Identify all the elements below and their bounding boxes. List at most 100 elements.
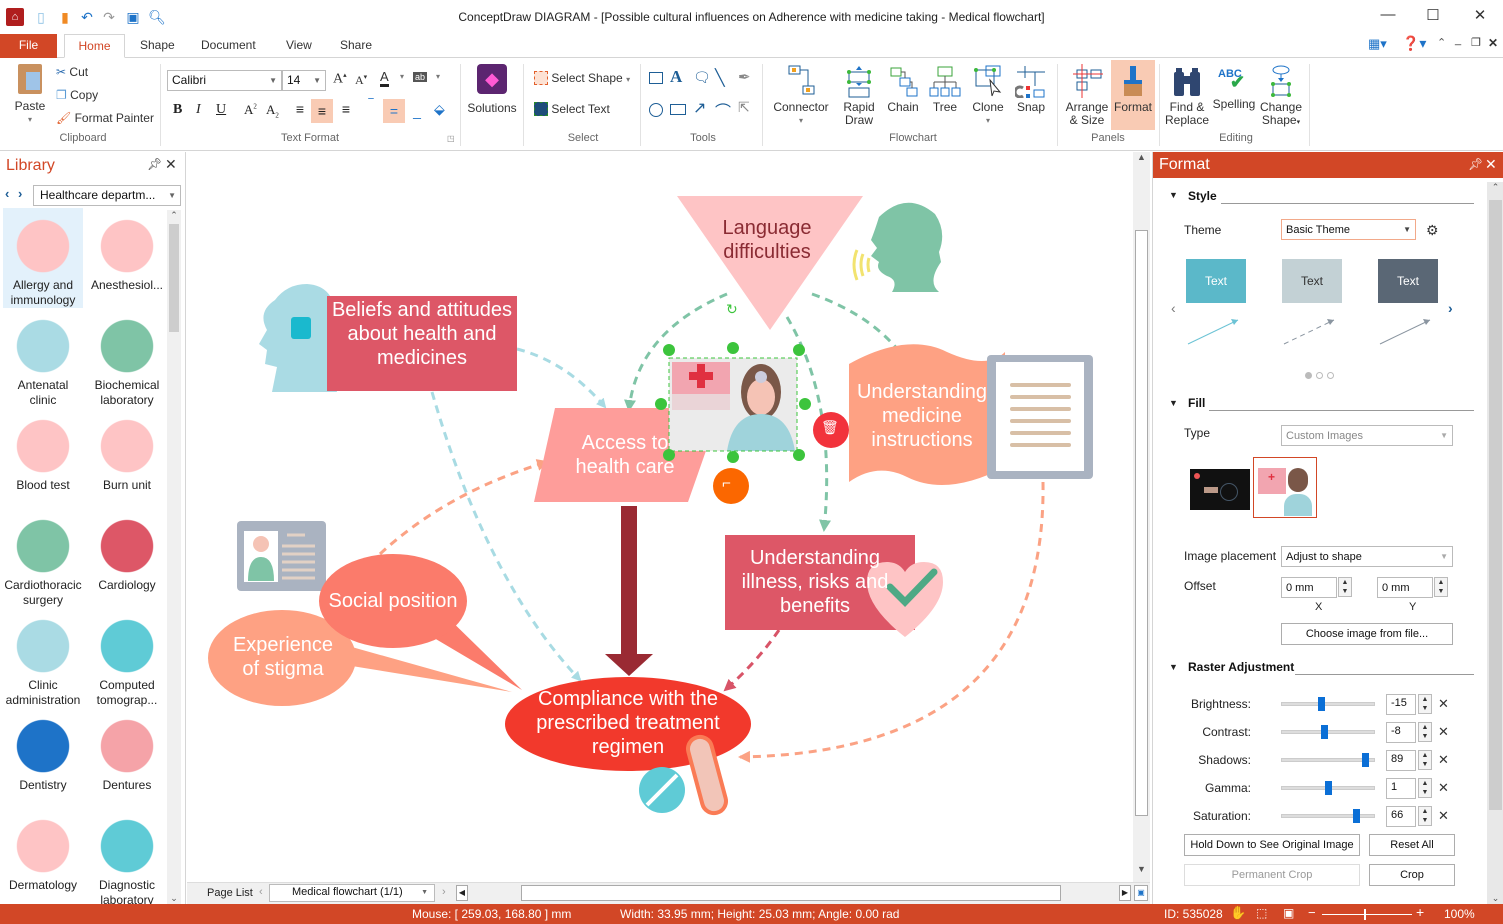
library-item[interactable]: Biochemical laboratory	[87, 308, 165, 408]
stigma-label[interactable]: Experience of stigma	[223, 633, 343, 681]
change-shape-button[interactable]: Change Shape▾	[1258, 64, 1304, 129]
zoom-selection-icon[interactable]: ⬚	[1256, 906, 1267, 920]
rectangle-tool-icon[interactable]	[649, 72, 663, 84]
select-text-button[interactable]: Select Text	[534, 102, 610, 116]
italic-icon[interactable]: I	[196, 102, 201, 118]
callout-tool-icon[interactable]: 🗨︎	[693, 69, 711, 86]
point-edit-tool-icon[interactable]: ⇱	[738, 99, 750, 116]
connector-step-icon[interactable]: ⌐	[722, 475, 731, 492]
raster-value-input[interactable]: 1	[1386, 778, 1416, 799]
align-top-icon[interactable]: ‾	[362, 96, 380, 112]
line-tool-icon[interactable]: ╲	[715, 68, 725, 88]
tree-button[interactable]: Tree	[926, 64, 964, 114]
pin-format-icon[interactable]: 📌︎	[1468, 157, 1483, 171]
page-dot[interactable]	[1316, 372, 1323, 379]
rapid-draw-button[interactable]: Rapid Draw	[838, 64, 880, 127]
library-scrollbar[interactable]: ⌃ ⌄	[167, 210, 181, 904]
hold-original-button[interactable]: Hold Down to See Original Image	[1184, 834, 1360, 856]
library-back-icon[interactable]: ‹	[5, 186, 9, 201]
maximize-icon[interactable]: ☐	[1413, 6, 1453, 26]
help-icon[interactable]: ❓▾	[1402, 35, 1426, 52]
zoom-out-icon[interactable]: −	[1308, 905, 1316, 920]
raster-reset-icon[interactable]: ✕	[1438, 752, 1449, 768]
doc-restore-icon[interactable]: ❐	[1471, 36, 1481, 49]
library-item[interactable]: Antenatal clinic	[3, 308, 83, 408]
theme-prev-icon[interactable]: ‹	[1171, 300, 1176, 316]
select-shape-button[interactable]: Select Shape ▾	[534, 71, 630, 85]
choose-image-button[interactable]: Choose image from file...	[1281, 623, 1453, 645]
snap-button[interactable]: Snap	[1012, 64, 1050, 114]
zoom-slider[interactable]	[1322, 914, 1412, 915]
raster-slider[interactable]	[1281, 702, 1375, 706]
theme-swatch[interactable]: Text	[1378, 259, 1438, 303]
library-item[interactable]: Dermatology	[3, 808, 83, 904]
offset-y-stepper[interactable]: ▲ ▼	[1434, 577, 1448, 597]
raster-reset-icon[interactable]: ✕	[1438, 724, 1449, 740]
offset-y-input[interactable]: 0 mm	[1377, 577, 1433, 598]
reset-all-button[interactable]: Reset All	[1369, 834, 1455, 856]
raster-slider[interactable]	[1281, 814, 1375, 818]
library-item[interactable]: Computed tomograp...	[87, 608, 165, 708]
raster-value-stepper[interactable]: ▲ ▼	[1418, 778, 1432, 798]
compliance-label[interactable]: Compliance with the prescribed treatment…	[507, 687, 749, 759]
close-library-icon[interactable]: ✕	[165, 156, 177, 173]
scroll-left-icon[interactable]: ◀	[456, 885, 468, 901]
solutions-button[interactable]: ◆ Solutions	[466, 64, 518, 115]
theme-connector-preview[interactable]	[1378, 314, 1440, 348]
arrow-tool-icon[interactable]: ↗	[693, 98, 706, 118]
align-center-icon[interactable]: ≡	[311, 99, 333, 123]
superscript-icon[interactable]: A2	[244, 102, 257, 118]
cut-button[interactable]: ✂ Cut	[56, 65, 88, 79]
font-family-select[interactable]: Calibri ▼	[167, 70, 282, 91]
raster-slider-thumb[interactable]	[1353, 809, 1360, 823]
raster-value-stepper[interactable]: ▲ ▼	[1418, 722, 1432, 742]
social-label[interactable]: Social position	[321, 589, 465, 613]
spelling-button[interactable]: ABC ✔ Spelling	[1212, 64, 1256, 111]
doc-minimize-icon[interactable]: _	[1455, 34, 1461, 46]
find-replace-button[interactable]: Find & Replace	[1164, 64, 1210, 127]
close-icon[interactable]: ✕	[1460, 6, 1500, 26]
tab-file[interactable]: File	[0, 34, 57, 58]
ellipse-tool-icon[interactable]	[649, 103, 663, 117]
image-placement-select[interactable]: Adjust to shape ▼	[1281, 546, 1453, 567]
textbox-tool-icon[interactable]	[670, 104, 686, 115]
collapse-ribbon-icon[interactable]: ⌃	[1437, 36, 1446, 49]
drawing-canvas[interactable]: ↻ Beliefs and attitudes about health and…	[187, 152, 1133, 882]
library-item[interactable]: Allergy and immunology	[3, 208, 83, 308]
raster-value-input[interactable]: 66	[1386, 806, 1416, 827]
page-select[interactable]: Medical flowchart (1/1) ▼	[269, 884, 435, 902]
page-dot[interactable]	[1305, 372, 1312, 379]
beliefs-label[interactable]: Beliefs and attitudes about health and m…	[327, 296, 517, 370]
collapse-raster-icon[interactable]: ▼	[1169, 662, 1178, 672]
underline-icon[interactable]: U	[216, 102, 226, 118]
offset-x-input[interactable]: 0 mm	[1281, 577, 1337, 598]
library-item[interactable]: Diagnostic laboratory	[87, 808, 165, 904]
highlight-icon[interactable]: ab	[413, 72, 428, 82]
library-item[interactable]: Dentures	[87, 708, 165, 808]
theme-swatch[interactable]: Text	[1282, 259, 1342, 303]
illness-label[interactable]: Understanding illness, risks and benefit…	[735, 546, 895, 618]
theme-select[interactable]: Basic Theme ▼	[1281, 219, 1416, 240]
access-label[interactable]: Access to health care	[565, 431, 685, 479]
tab-share[interactable]: Share	[328, 34, 384, 58]
tab-view[interactable]: View	[274, 34, 324, 58]
collapse-fill-icon[interactable]: ▼	[1169, 398, 1178, 408]
fit-page-icon[interactable]: ▣	[1134, 885, 1148, 901]
tab-home[interactable]: Home	[64, 34, 125, 58]
prev-page-icon[interactable]: ‹	[259, 886, 263, 898]
paste-button[interactable]: Paste ▾	[14, 64, 46, 126]
library-item[interactable]: Cardiology	[87, 508, 165, 608]
raster-value-stepper[interactable]: ▲ ▼	[1418, 806, 1432, 826]
font-size-select[interactable]: 14 ▼	[282, 70, 326, 91]
raster-slider-thumb[interactable]	[1318, 697, 1325, 711]
bold-icon[interactable]: B	[173, 102, 182, 118]
theme-next-icon[interactable]: ›	[1448, 300, 1453, 316]
library-item[interactable]: Anesthesiol...	[87, 208, 165, 308]
space-image-thumbnail[interactable]	[1190, 469, 1250, 510]
align-right-icon[interactable]: ≡	[336, 101, 356, 117]
scroll-right-icon[interactable]: ▶	[1119, 885, 1131, 901]
zoom-in-icon[interactable]: +	[1416, 904, 1424, 920]
font-color-icon[interactable]: A	[380, 70, 389, 87]
fill-type-select[interactable]: Custom Images ▼	[1281, 425, 1453, 446]
pen-tool-icon[interactable]: ✒	[738, 68, 751, 86]
